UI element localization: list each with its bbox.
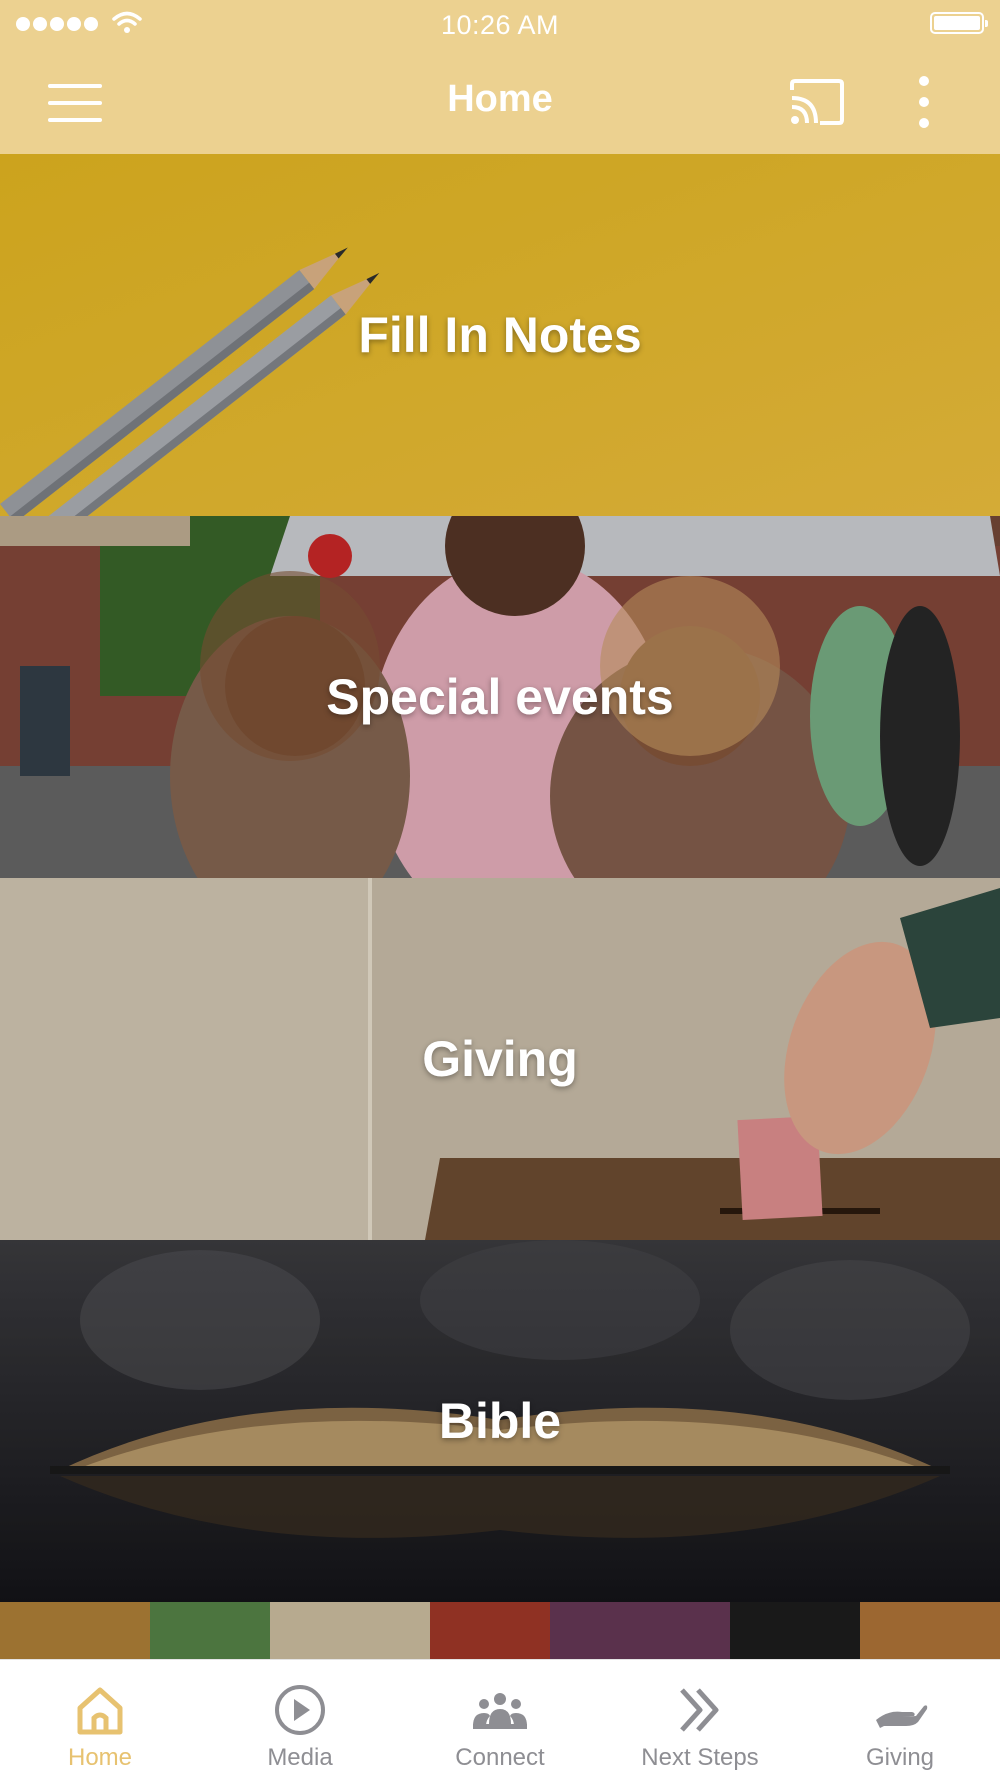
play-icon xyxy=(275,1685,325,1735)
navigation-bar: Home xyxy=(0,50,1000,154)
tab-connect[interactable]: Connect xyxy=(400,1660,600,1778)
tile-bible[interactable]: Bible xyxy=(0,1240,1000,1602)
tab-label: Giving xyxy=(865,1744,935,1771)
double-chevron-icon xyxy=(680,1688,719,1732)
choir-image xyxy=(0,1602,1000,1659)
tile-label: Special events xyxy=(326,669,674,725)
tab-giving[interactable]: Giving xyxy=(800,1660,1000,1778)
status-bar: 10:26 AM xyxy=(0,0,1000,50)
tab-media[interactable]: Media xyxy=(200,1660,400,1778)
cast-icon[interactable] xyxy=(788,78,846,126)
giving-hand-icon xyxy=(876,1705,928,1728)
group-icon xyxy=(473,1693,527,1729)
hamburger-menu-icon[interactable] xyxy=(48,84,102,122)
tab-label: Media xyxy=(267,1744,333,1771)
tile-label: Giving xyxy=(422,1031,578,1087)
tab-label: Home xyxy=(67,1744,133,1771)
bottom-tab-bar: Home Media Connect Next Steps Giving xyxy=(0,1659,1000,1778)
more-options-icon[interactable] xyxy=(908,76,940,128)
tile-giving[interactable]: Giving xyxy=(0,878,1000,1240)
tile-label: Bible xyxy=(438,1393,562,1449)
tile-fill-in-notes[interactable]: Fill In Notes xyxy=(0,154,1000,516)
tile-label: Fill In Notes xyxy=(358,307,642,363)
home-icon xyxy=(77,1687,123,1735)
battery-icon xyxy=(930,12,988,34)
status-time: 10:26 AM xyxy=(440,10,560,40)
tab-label: Connect xyxy=(455,1744,545,1771)
content-tiles: Fill In Notes Special events Giving Bibl… xyxy=(0,154,1000,1659)
tile-partial[interactable] xyxy=(0,1602,1000,1659)
tab-label: Next Steps xyxy=(641,1744,759,1771)
tile-special-events[interactable]: Special events xyxy=(0,516,1000,878)
tab-next-steps[interactable]: Next Steps xyxy=(600,1660,800,1778)
page-title: Home xyxy=(447,78,553,120)
tab-home[interactable]: Home xyxy=(0,1660,200,1778)
